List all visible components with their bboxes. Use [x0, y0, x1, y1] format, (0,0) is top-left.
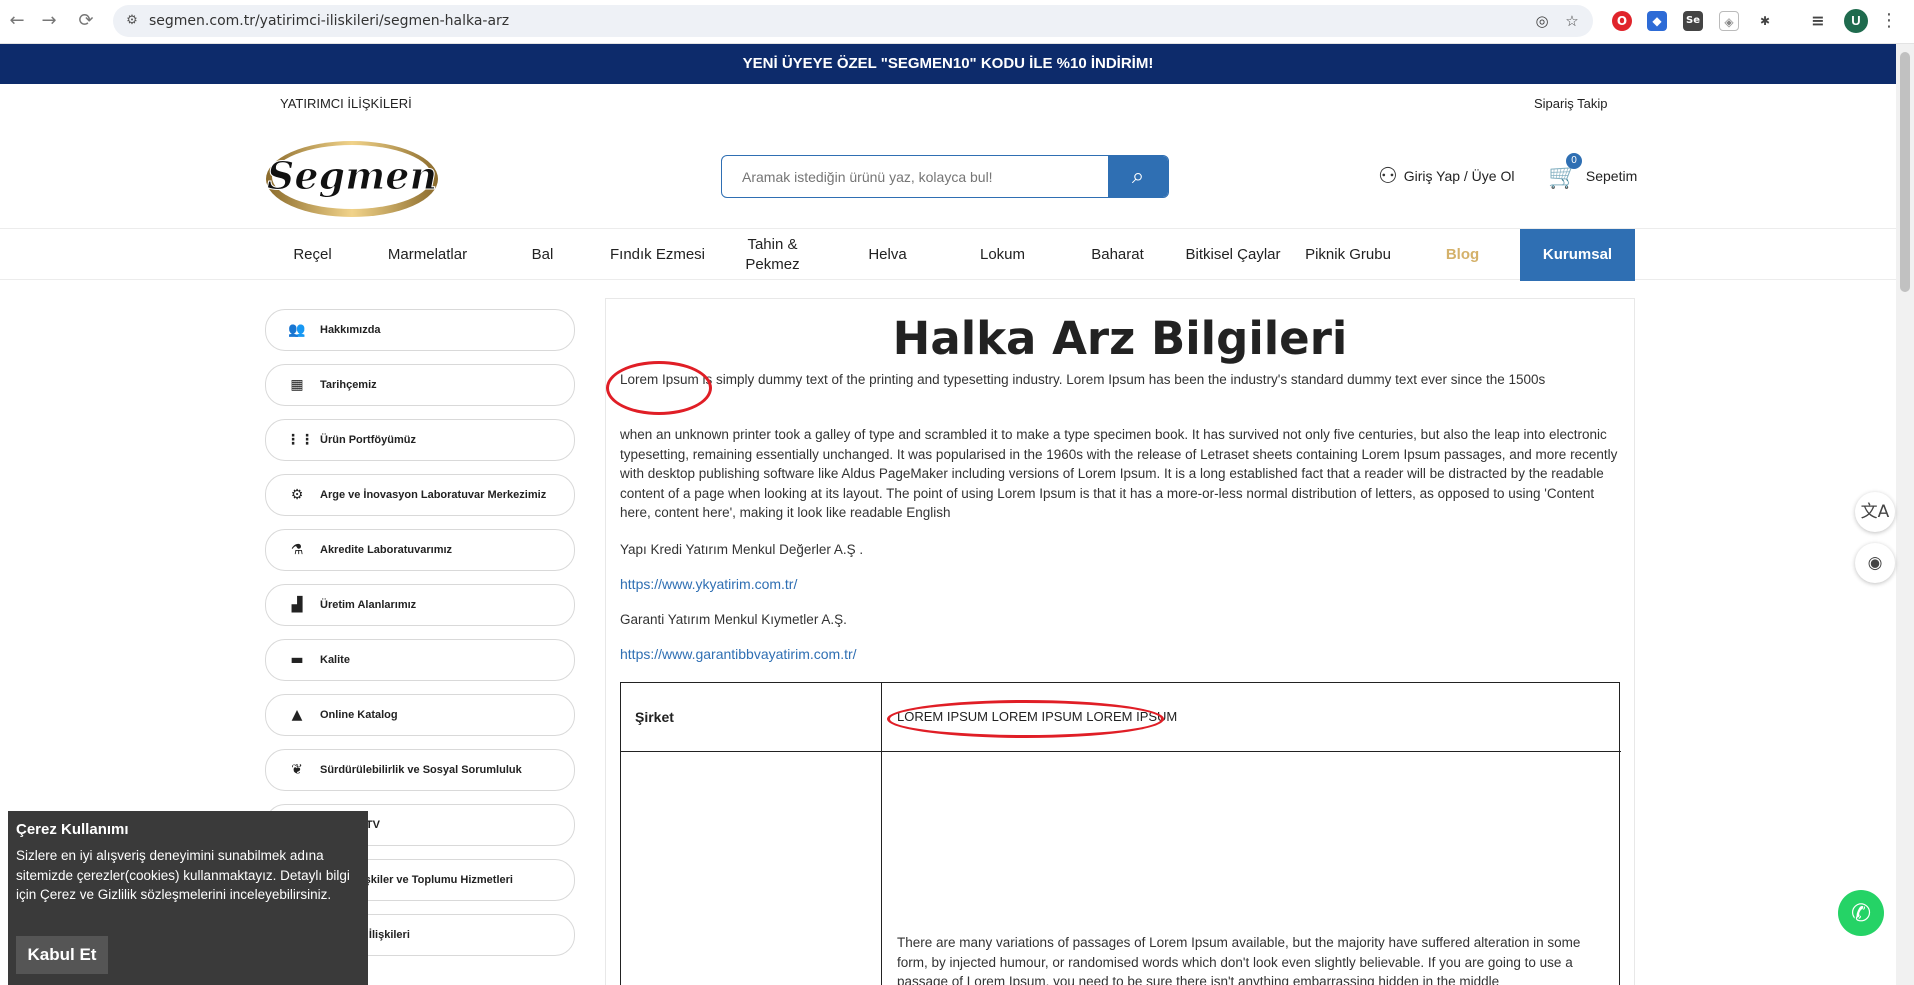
sidebar-item-label: Tarihçemiz	[320, 379, 377, 391]
eye-off-icon[interactable]: ◎	[1533, 12, 1551, 30]
sidebar-item-hakkimizda[interactable]: 👥 Hakkımızda	[265, 309, 575, 351]
address-bar[interactable]: ⚙ segmen.com.tr/yatirimci-iliskileri/seg…	[113, 5, 1593, 37]
category-findik-ezmesi[interactable]: Fındık Ezmesi	[600, 229, 715, 281]
archive-icon: ▬	[290, 652, 304, 668]
sidebar-item-label: Kalite	[320, 654, 350, 666]
scrollbar-thumb[interactable]	[1900, 52, 1910, 292]
opera-extension-icon[interactable]: O	[1612, 11, 1632, 31]
annotation-circle-intro	[606, 361, 712, 415]
category-tahin-pekmez[interactable]: Tahin & Pekmez	[735, 229, 810, 281]
assistant-icon[interactable]: ◉	[1855, 543, 1895, 583]
users-icon: 👥	[288, 322, 306, 338]
translate-icon[interactable]: 文A	[1855, 492, 1895, 532]
category-helva[interactable]: Helva	[850, 229, 925, 281]
bookmark-star-icon[interactable]: ☆	[1563, 12, 1581, 30]
back-icon[interactable]: ←	[6, 10, 28, 32]
category-kurumsal[interactable]: Kurumsal	[1520, 229, 1635, 281]
shield-extension-icon[interactable]: ◆	[1647, 11, 1667, 31]
annotation-circle-table	[887, 700, 1164, 738]
category-baharat[interactable]: Baharat	[1075, 229, 1160, 281]
sidebar-item-surdurulebilirlik[interactable]: ❦ Sürdürülebilirlik ve Sosyal Sorumluluk	[265, 749, 575, 791]
guard-extension-icon[interactable]: ◈	[1719, 11, 1739, 31]
segmen-logo[interactable]: Segmen	[263, 133, 441, 221]
cart-count-badge: 0	[1566, 153, 1582, 169]
se-extension-icon[interactable]: Se	[1683, 11, 1703, 31]
category-piknik-grubu[interactable]: Piknik Grubu	[1298, 229, 1398, 281]
sidebar-item-uretim-alanlari[interactable]: ▟ Üretim Alanlarımız	[265, 584, 575, 626]
page-title: Halka Arz Bilgileri	[892, 312, 1348, 365]
promo-banner[interactable]: YENİ ÜYEYE ÖZEL "SEGMEN10" KODU İLE %10 …	[0, 44, 1896, 84]
sidebar-item-label: Hakkımızda	[320, 324, 381, 336]
body-paragraph: when an unknown printer took a galley of…	[620, 427, 1618, 521]
sidebar-item-label: Üretim Alanlarımız	[320, 599, 417, 611]
media-controls-icon[interactable]: ≡	[1808, 11, 1828, 31]
user-icon: ⚇	[1378, 163, 1398, 189]
sidebar-item-label: Akredite Laboratuvarımız	[320, 544, 453, 556]
table-divider	[621, 751, 1621, 752]
search-box: ⌕	[721, 155, 1169, 198]
table-divider	[881, 683, 882, 985]
profile-avatar[interactable]: U	[1844, 9, 1868, 33]
sidebar-item-label: Ürün Portföyümüz	[320, 434, 416, 446]
forward-icon[interactable]: →	[38, 10, 60, 32]
sidebar-item-arge[interactable]: ⚙ Arge ve İnovasyon Laboratuvar Merkezim…	[265, 474, 575, 516]
login-register-link[interactable]: ⚇ Giriş Yap / Üye Ol	[1378, 163, 1514, 189]
investor-relations-link[interactable]: YATIRIMCI İLİŞKİLERİ	[280, 96, 412, 111]
broker-name-garanti: Garanti Yatırım Menkul Kıymetler A.Ş.	[620, 612, 847, 627]
search-icon: ⌕	[1131, 164, 1145, 189]
sidebar-item-label: Arge ve İnovasyon Laboratuvar Merkezimiz	[320, 489, 547, 501]
order-tracking-link[interactable]: Sipariş Takip	[1534, 96, 1607, 111]
browser-toolbar: ← → ⟳ ⚙ segmen.com.tr/yatirimci-iliskile…	[0, 0, 1914, 44]
category-nav: Reçel Marmelatlar Bal Fındık Ezmesi Tahi…	[0, 228, 1896, 281]
category-marmelatlar[interactable]: Marmelatlar	[370, 229, 485, 281]
cart-link[interactable]: 🛒 Sepetim	[1548, 162, 1637, 190]
leaf-icon: ❦	[291, 762, 303, 778]
cookie-consent-popup: Çerez Kullanımı Sizlere en iyi alışveriş…	[8, 811, 368, 985]
sidebar-item-online-katalog[interactable]: ▲ Online Katalog	[265, 694, 575, 736]
category-recel[interactable]: Reçel	[275, 229, 350, 281]
accept-cookies-button[interactable]: Kabul Et	[16, 936, 108, 974]
grid-icon: ⋮⋮	[286, 432, 314, 448]
broker-link-yapi-kredi[interactable]: https://www.ykyatirim.com.tr/	[620, 576, 797, 592]
sidebar-item-label: Online Katalog	[320, 709, 398, 721]
area-chart-icon: ▟	[291, 597, 303, 613]
cookie-title: Çerez Kullanımı	[16, 821, 129, 838]
intro-paragraph: Lorem Ipsum is simply dummy text of the …	[620, 372, 1546, 387]
cart-label: Sepetim	[1585, 168, 1638, 184]
gears-icon: ⚙	[290, 487, 304, 503]
category-lokum[interactable]: Lokum	[965, 229, 1040, 281]
logo-text: Segmen	[267, 153, 437, 198]
table-cell-description: There are many variations of passages of…	[897, 935, 1581, 985]
sidebar-item-tarihcemiz[interactable]: ▦ Tarihçemiz	[265, 364, 575, 406]
whatsapp-icon[interactable]: ✆	[1838, 890, 1884, 936]
sidebar-item-akredite-lab[interactable]: ⚗ Akredite Laboratuvarımız	[265, 529, 575, 571]
search-input[interactable]	[722, 156, 1108, 197]
browser-menu-icon[interactable]: ⋮	[1880, 10, 1898, 31]
broker-link-garanti[interactable]: https://www.garantibbvayatirim.com.tr/	[620, 646, 857, 662]
search-button[interactable]: ⌕	[1108, 156, 1168, 197]
cookie-text: Sizlere en iyi alışveriş deneyimini suna…	[16, 848, 350, 902]
calendar-icon: ▦	[290, 377, 304, 393]
shopping-bag-icon: ▲	[291, 707, 303, 723]
sidebar-item-kalite[interactable]: ▬ Kalite	[265, 639, 575, 681]
broker-name-yapi-kredi: Yapı Kredi Yatırım Menkul Değerler A.Ş .	[620, 542, 864, 557]
url-text[interactable]: segmen.com.tr/yatirimci-iliskileri/segme…	[149, 13, 509, 29]
extensions-puzzle-icon[interactable]: ✱	[1755, 11, 1775, 31]
site-info-icon[interactable]: ⚙	[123, 12, 141, 30]
login-register-label: Giriş Yap / Üye Ol	[1403, 168, 1515, 184]
category-bal[interactable]: Bal	[510, 229, 575, 281]
category-bitkisel-caylar[interactable]: Bitkisel Çaylar	[1178, 229, 1288, 281]
reload-icon[interactable]: ⟳	[75, 10, 97, 32]
category-blog[interactable]: Blog	[1420, 229, 1505, 281]
sidebar-item-label: Sürdürülebilirlik ve Sosyal Sorumluluk	[320, 764, 522, 776]
flask-icon: ⚗	[290, 542, 304, 558]
table-header-company: Şirket	[635, 709, 674, 725]
page-scrollbar[interactable]	[1896, 44, 1914, 985]
sidebar-item-urun-portfoyu[interactable]: ⋮⋮ Ürün Portföyümüz	[265, 419, 575, 461]
